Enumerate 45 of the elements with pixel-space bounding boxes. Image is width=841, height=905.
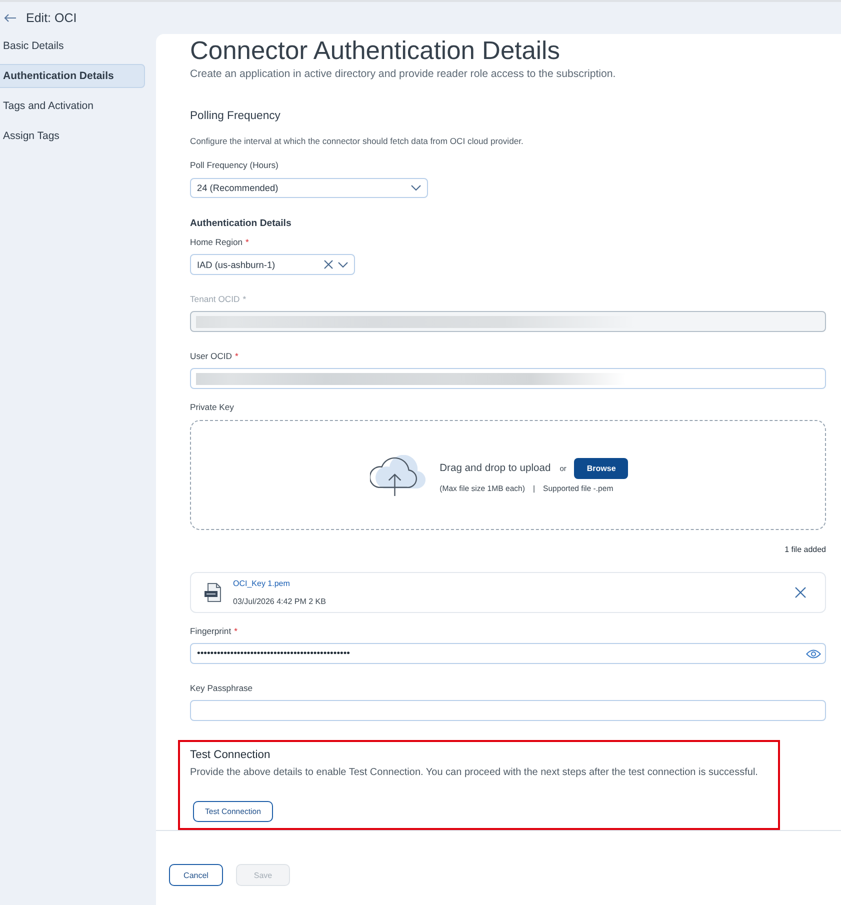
sidebar-item[interactable]: Authentication Details [0,64,145,88]
eye-icon[interactable] [806,648,821,658]
sidebar-item[interactable]: Assign Tags [0,124,145,148]
file-icon [204,583,222,602]
browse-button[interactable]: Browse [574,458,628,478]
back-arrow-icon[interactable] [4,14,16,22]
required-mark: * [242,293,246,305]
field-label: Key Passphrase [190,682,253,694]
password-value: •••••••••••••••••••••••••••••••••••••••••••••• [197,648,350,659]
section-heading: Authentication Details [190,217,292,231]
file-meta: 03/Jul/2026 4:42 PM 2 KB [233,596,326,608]
field-label: Private Key [190,401,234,413]
section-heading: Test Connection [190,748,272,763]
field-label: Home Region [190,236,243,248]
field-label: User OCID [190,350,232,362]
cancel-button[interactable]: Cancel [169,864,223,886]
section-heading: Polling Frequency [190,109,282,124]
clear-icon[interactable] [324,260,333,269]
sidebar-item[interactable]: Tags and Activation [0,94,145,118]
sidebar-item[interactable]: Basic Details [0,34,145,58]
upload-prompt: Drag and drop to upload [440,462,551,474]
required-mark: * [235,350,238,362]
field-label: Fingerprint [190,625,232,637]
page-subtitle: Create an application in active directory and provide reader role access to the subscription. [190,67,617,81]
cloud-upload-icon [370,454,426,496]
input-field[interactable] [190,368,826,389]
field-label: Poll Frequency (Hours) [190,159,278,171]
file-count-text: 1 file added [784,544,826,556]
section-description: Provide the above details to enable Test Connection. You can proceed with the next steps after the test connection is successful. [190,766,759,780]
close-icon[interactable] [795,587,806,598]
input-field[interactable] [190,700,826,721]
dropdown-field[interactable]: IAD (us-ashburn-1) [190,254,355,275]
password-field[interactable]: •••••••••••••••••••••••••••••••••••••••••••••• [190,643,826,664]
page-title: Connector Authentication Details [190,36,561,66]
required-mark: * [234,625,238,637]
chevron-down-icon[interactable] [411,185,421,191]
dropdown-value: 24 (Recommended) [197,183,278,193]
page-header-title: Edit: OCI [26,11,77,25]
section-description: Configure the interval at which the connector should fetch data from OCI cloud provider. [190,135,524,147]
dropdown-field[interactable]: 24 (Recommended) [190,178,428,198]
required-mark: * [246,236,249,248]
dropdown-value: IAD (us-ashburn-1) [197,260,276,270]
field-label: Tenant OCID [190,293,240,305]
file-name-link[interactable]: OCI_Key 1.pem [233,578,290,590]
chevron-down-icon[interactable] [338,262,348,268]
